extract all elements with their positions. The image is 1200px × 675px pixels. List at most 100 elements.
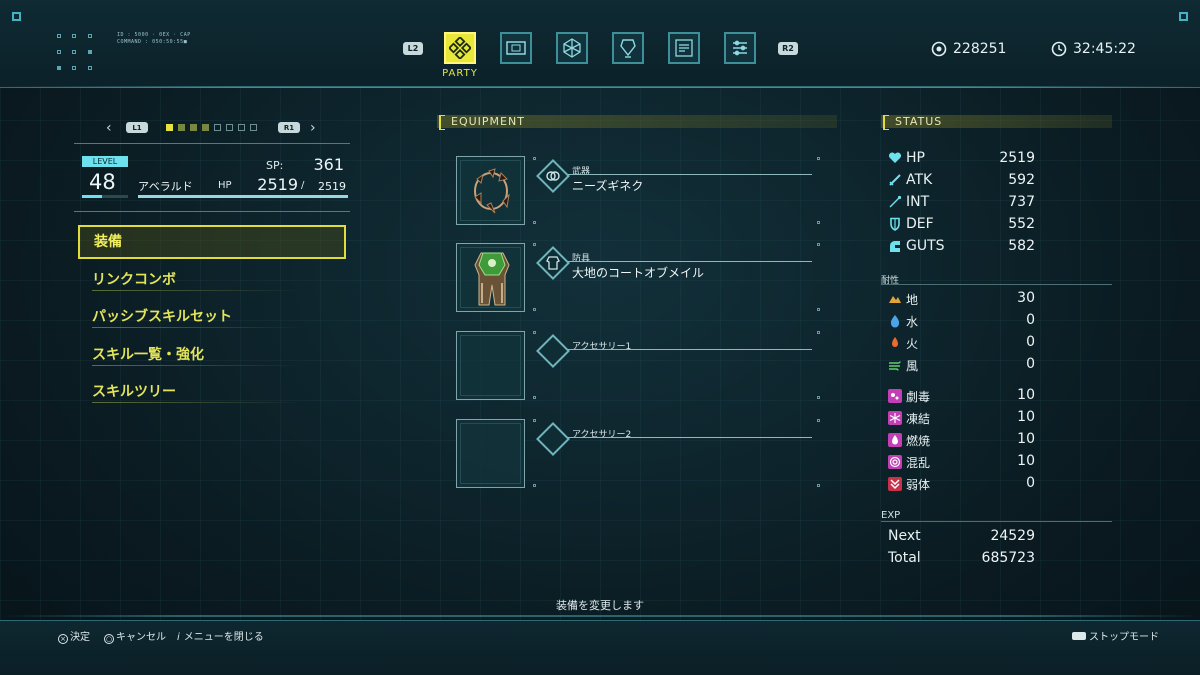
prev-character-icon[interactable]: ‹ [106,120,112,136]
tab-cards[interactable] [500,32,532,64]
hp-bar-fill [138,195,348,198]
weapon-image [474,168,510,214]
divider [881,521,1112,522]
ailment-label: 混乱 [906,456,931,470]
exp-bar-fill [82,195,102,198]
tab-settings[interactable] [724,32,756,64]
skill-network-icon [563,38,581,58]
tab-skill-network[interactable] [556,32,588,64]
clock-icon [1051,41,1067,57]
corner-dot [817,243,820,246]
money-icon [931,41,947,57]
l1-button[interactable]: L1 [126,122,148,133]
stop-mode-hint[interactable]: ストップモード [1072,628,1159,643]
accessory2-slot[interactable] [456,419,525,488]
stat-value: 552 [1008,216,1035,232]
sp-label: SP: [266,159,284,172]
menu-underline [92,402,302,403]
ailment-value: 10 [1017,453,1035,469]
stop-mode-label: ストップモード [1089,632,1159,643]
slot-underline [568,174,812,175]
wand-icon [889,195,902,208]
stat-value: 737 [1008,194,1035,210]
level-value: 48 [89,170,116,194]
active-tab-label: PARTY [442,68,478,79]
pager-dot [202,124,209,131]
menu-item-link-combo[interactable]: リンクコンボ [78,263,346,297]
pager-dot [250,124,257,131]
pager-dot [238,124,245,131]
exp-header: EXP [881,510,901,521]
l2-button[interactable]: L2 [403,42,423,55]
corner-dot [817,221,820,224]
party-icon [449,37,471,59]
pager-dot [226,124,233,131]
corner-dot [533,419,536,422]
corner-dot [533,221,536,224]
r1-button[interactable]: R1 [278,122,300,133]
weapon-slot[interactable] [456,156,525,225]
r2-button[interactable]: R2 [778,42,798,55]
header-divider [0,86,1200,88]
exp-total-value: 685723 [981,550,1035,566]
element-label: 火 [906,337,919,351]
pager-dot [178,124,185,131]
stat-label: HP [906,150,925,166]
fire-icon [892,337,898,347]
slot-item-name: 大地のコートオブメイル [572,266,705,280]
tab-party[interactable] [444,32,476,64]
close-menu-hint[interactable]: i メニューを閉じる [177,628,264,643]
debug-info-line: ID : 5000 · 0EX · CAP [117,32,191,38]
confusion-icon [888,455,902,469]
ailment-value: 10 [1017,431,1035,447]
footer-divider [0,615,1200,617]
menu-item-passive-skills[interactable]: パッシブスキルセット [78,300,346,334]
accessory-type-icon [536,334,570,368]
corner-dot [817,396,820,399]
character-name: アベラルド [138,180,193,193]
exp-next-value: 24529 [990,528,1035,544]
burn-icon [888,433,902,447]
weaken-icon [888,477,902,491]
stat-label: ATK [906,172,933,188]
stat-value: 2519 [999,150,1035,166]
menu-item-skill-tree[interactable]: スキルツリー [78,375,346,409]
fist-icon [890,241,900,252]
corner-dot [817,484,820,487]
confirm-hint[interactable]: × 決定 [58,628,90,644]
element-label: 風 [906,359,919,373]
divider [74,211,350,212]
slot-type-label: アクセサリー1 [572,342,632,352]
next-character-icon[interactable]: › [310,120,316,136]
touchpad-icon [1072,632,1086,640]
corner-dot [533,243,536,246]
tab-crystal[interactable] [612,32,644,64]
debug-info-line: COMMAND : 050:50:55■ [117,39,188,45]
cancel-hint[interactable]: ○ キャンセル [104,628,166,644]
money-value: 228251 [953,41,1007,57]
poison-icon [888,389,902,403]
menu-item-skill-list[interactable]: スキル一覧・強化 [78,338,346,372]
menu-item-equipment[interactable]: 装備 [78,225,346,259]
stat-label: GUTS [906,238,945,254]
corner-dot [533,308,536,311]
stat-label: DEF [906,216,934,232]
exp-next-label: Next [888,528,921,544]
corner-marker-icon [1179,12,1188,21]
armor-slot[interactable] [456,243,525,312]
corner-marker-icon [12,12,21,21]
tab-document[interactable] [668,32,700,64]
sp-value: 361 [313,155,344,174]
hp-separator: / [301,180,305,191]
corner-dot [817,331,820,334]
options-button-icon: i [177,632,180,643]
ring-weapon-icon [546,171,560,181]
crystal-icon [620,39,636,58]
accessory1-slot[interactable] [456,331,525,400]
status-header: STATUS [881,115,1112,130]
settings-list-icon [733,40,747,56]
element-value: 0 [1026,312,1035,328]
freeze-icon [888,411,902,425]
confirm-label: 決定 [70,632,90,643]
exp-total-label: Total [888,550,921,566]
